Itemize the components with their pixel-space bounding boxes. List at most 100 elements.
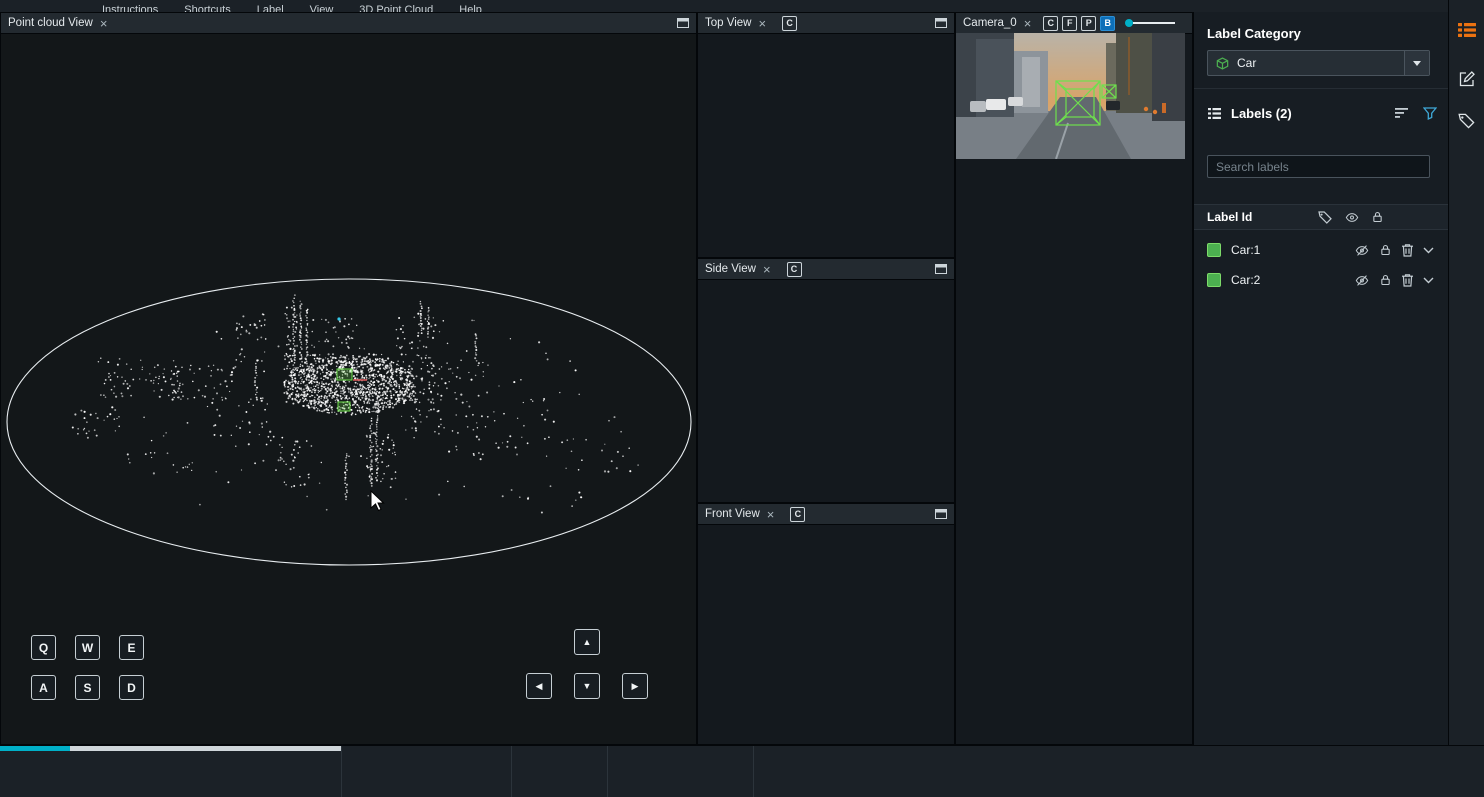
label-row-car2[interactable]: Car:2 — [1194, 265, 1448, 295]
camera-panel: Camera_0 × C F P B — [955, 12, 1193, 745]
maximize-button[interactable] — [677, 18, 689, 28]
dropdown-caret-button[interactable] — [1404, 51, 1429, 75]
chevron-down-icon — [1413, 61, 1421, 66]
labels-panel-button[interactable] — [1457, 20, 1477, 40]
chevron-down-icon[interactable] — [1423, 247, 1434, 254]
pan-up-button[interactable]: ▲ — [574, 629, 600, 655]
labeling-app: Instructions Shortcuts Label View 3D Poi… — [0, 0, 1484, 797]
traffic-cone-2 — [1153, 110, 1157, 114]
cuboid-label-car1[interactable] — [337, 369, 352, 380]
building-mid-face — [1022, 57, 1040, 107]
maximize-icon — [935, 509, 947, 519]
slider-knob[interactable] — [1125, 19, 1133, 27]
key-button-d[interactable]: D — [119, 675, 144, 700]
toolbar-divider — [341, 746, 342, 797]
close-button[interactable]: × — [100, 17, 108, 30]
close-button[interactable]: × — [763, 263, 771, 276]
trash-icon[interactable] — [1401, 243, 1414, 257]
camera-toggle-button[interactable]: C — [787, 262, 802, 277]
camera-image[interactable] — [956, 33, 1185, 159]
car-dark — [1106, 101, 1120, 110]
label-color-swatch — [1207, 273, 1221, 287]
label-row-car1[interactable]: Car:1 — [1194, 235, 1448, 265]
menu-item-view[interactable]: View — [310, 0, 334, 12]
arrow-up-icon: ▲ — [583, 637, 592, 647]
key-button-w[interactable]: W — [75, 635, 100, 660]
menu-item-instructions[interactable]: Instructions — [102, 0, 158, 12]
label-color-swatch — [1207, 243, 1221, 257]
key-button-a[interactable]: A — [31, 675, 56, 700]
traffic-cone-1 — [1144, 107, 1148, 111]
point-cloud-panel: Point cloud View × Q W E A S D ▲ ◀ ▼ ▶ — [0, 12, 697, 745]
toolbar-divider — [511, 746, 512, 797]
key-button-e[interactable]: E — [119, 635, 144, 660]
pan-down-button[interactable]: ▼ — [574, 673, 600, 699]
frame-progress-fill — [0, 746, 70, 751]
maximize-button[interactable] — [935, 264, 947, 274]
tag-icon — [1458, 113, 1476, 129]
labels-list-icon — [1207, 106, 1222, 121]
maximize-icon — [935, 264, 947, 274]
edit-panel-button[interactable] — [1457, 69, 1477, 89]
sidebar-divider — [1194, 88, 1448, 89]
visibility-off-icon[interactable] — [1354, 274, 1370, 287]
highlight-point — [337, 317, 340, 320]
key-button-q[interactable]: Q — [31, 635, 56, 660]
chevron-down-icon[interactable] — [1423, 277, 1434, 284]
visibility-off-icon[interactable] — [1354, 244, 1370, 257]
lock-icon[interactable] — [1379, 243, 1392, 257]
menu-item-help[interactable]: Help — [459, 0, 482, 12]
camera-mode-p-button[interactable]: P — [1081, 16, 1096, 31]
point-cloud-panel-header: Point cloud View × — [1, 13, 696, 34]
menu-item-3d-point-cloud[interactable]: 3D Point Cloud — [359, 0, 433, 12]
close-button[interactable]: × — [1024, 17, 1032, 30]
edit-icon — [1458, 70, 1476, 88]
top-view-panel: Top View × C — [697, 12, 955, 258]
lidar-points — [72, 294, 639, 513]
pan-left-button[interactable]: ◀ — [526, 673, 552, 699]
labels-heading: Labels (2) — [1231, 106, 1292, 121]
camera-panel-title: Camera_0 — [963, 17, 1017, 29]
lock-icon[interactable] — [1379, 273, 1392, 287]
frame-progress-bar[interactable] — [0, 746, 341, 751]
labels-panel-icon — [1458, 22, 1476, 38]
lidar-range-ellipse — [7, 279, 691, 565]
maximize-button[interactable] — [935, 18, 947, 28]
camera-toggle-button[interactable]: C — [790, 507, 805, 522]
search-labels-input[interactable] — [1207, 155, 1430, 178]
camera-mode-c-button[interactable]: C — [1043, 16, 1058, 31]
building-right — [1152, 33, 1185, 121]
tag-all-icon[interactable] — [1318, 211, 1333, 224]
trash-icon[interactable] — [1401, 273, 1414, 287]
camera-panel-header: Camera_0 × C F P B — [956, 13, 1192, 34]
close-button[interactable]: × — [767, 508, 775, 521]
cuboid-label-car2[interactable] — [338, 402, 350, 411]
arrow-left-icon: ◀ — [536, 681, 543, 692]
front-view-panel: Front View × C — [697, 503, 955, 745]
toolbar-divider — [753, 746, 754, 797]
camera-toggle-button[interactable]: C — [782, 16, 797, 31]
filter-icon[interactable] — [1423, 107, 1437, 120]
maximize-icon — [677, 18, 689, 28]
tags-panel-button[interactable] — [1457, 111, 1477, 131]
top-view-header: Top View × C — [698, 13, 954, 34]
maximize-button[interactable] — [935, 509, 947, 519]
menu-item-label[interactable]: Label — [257, 0, 284, 12]
car-parked-1 — [970, 101, 986, 112]
cuboid-category-icon — [1215, 56, 1230, 71]
camera-mode-b-button[interactable]: B — [1100, 16, 1115, 31]
visibility-all-icon[interactable] — [1344, 211, 1360, 224]
sort-icon[interactable] — [1395, 107, 1409, 119]
pan-right-button[interactable]: ▶ — [622, 673, 648, 699]
arrow-right-icon: ▶ — [632, 681, 639, 692]
car-parked-2 — [986, 99, 1006, 110]
key-button-s[interactable]: S — [75, 675, 100, 700]
camera-overlay-slider[interactable] — [1125, 19, 1175, 27]
lock-all-icon[interactable] — [1371, 210, 1384, 224]
label-category-dropdown[interactable]: Car — [1207, 50, 1430, 76]
label-category-heading: Label Category — [1207, 26, 1301, 41]
close-button[interactable]: × — [758, 17, 766, 30]
menu-bar: Instructions Shortcuts Label View 3D Poi… — [0, 0, 1448, 12]
camera-mode-f-button[interactable]: F — [1062, 16, 1077, 31]
menu-item-shortcuts[interactable]: Shortcuts — [184, 0, 230, 12]
